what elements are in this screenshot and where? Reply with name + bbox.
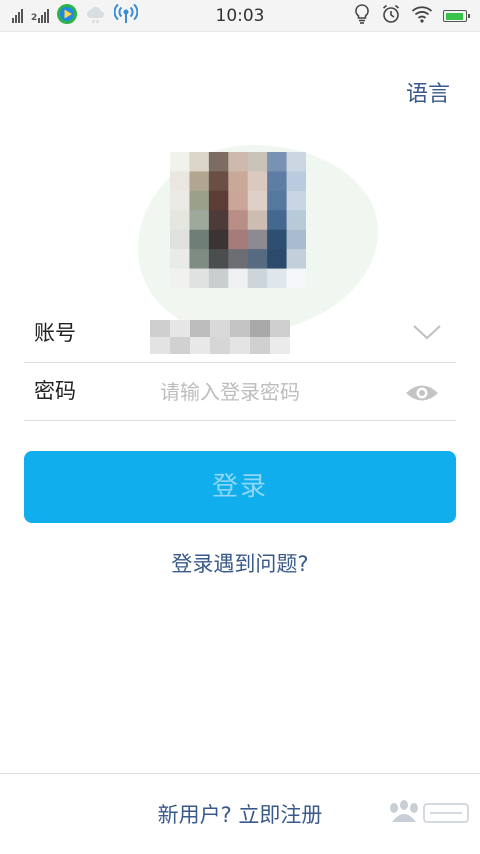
avatar-mosaic-cell: [247, 210, 268, 231]
account-mosaic-cell: [210, 320, 230, 337]
language-link[interactable]: 语言: [406, 80, 450, 110]
avatar-mosaic-cell: [170, 249, 190, 270]
password-label: 密码: [34, 379, 76, 403]
avatar-mosaic-cell: [228, 229, 249, 250]
wifi-icon: [411, 5, 433, 27]
watermark-logo: [378, 796, 474, 834]
password-input[interactable]: [160, 376, 380, 408]
avatar[interactable]: [170, 152, 306, 288]
avatar-mosaic-cell: [286, 152, 306, 172]
avatar-mosaic-cell: [170, 171, 190, 192]
eye-icon[interactable]: [404, 382, 440, 408]
account-mosaic-cell: [170, 320, 190, 337]
avatar-mosaic-cell: [267, 171, 288, 192]
battery-level: [445, 12, 464, 20]
avatar-mosaic-cell: [170, 152, 190, 172]
footer: 新用户? 立即注册: [0, 773, 480, 854]
account-mosaic-cell: [170, 337, 190, 354]
account-mosaic-cell: [250, 320, 270, 337]
password-row[interactable]: 密码: [24, 363, 456, 421]
account-mosaic-cell: [210, 337, 230, 354]
status-bar: 2 10:03: [0, 0, 480, 32]
avatar-mosaic-cell: [189, 171, 210, 192]
avatar-mosaic-cell: [208, 229, 229, 250]
avatar-mosaic-cell: [247, 171, 268, 192]
account-mosaic-cell: [190, 320, 210, 337]
login-button[interactable]: 登录: [24, 451, 456, 523]
avatar-mosaic-cell: [189, 152, 210, 172]
avatar-mosaic-cell: [170, 229, 190, 250]
avatar-mosaic-cell: [267, 190, 288, 211]
avatar-mosaic-cell: [189, 268, 210, 288]
avatar-mosaic-cell: [189, 229, 210, 250]
avatar-mosaic-cell: [208, 249, 229, 270]
avatar-mosaic-cell: [170, 268, 190, 288]
avatar-mosaic-cell: [286, 229, 306, 250]
avatar-mosaic-cell: [208, 268, 229, 288]
avatar-mosaic-cell: [267, 229, 288, 250]
avatar-mosaic-cell: [267, 249, 288, 270]
avatar-mosaic-cell: [228, 171, 249, 192]
avatar-mosaic-cell: [228, 268, 249, 288]
account-label: 账号: [34, 321, 76, 345]
avatar-mosaic-cell: [208, 171, 229, 192]
avatar-mosaic-cell: [286, 210, 306, 231]
status-right-icons: [353, 3, 470, 29]
avatar-mosaic-cell: [267, 268, 288, 288]
avatar-mosaic-cell: [189, 190, 210, 211]
avatar-mosaic-cell: [228, 190, 249, 211]
avatar-mosaic-cell: [247, 152, 268, 172]
avatar-mosaic-cell: [247, 190, 268, 211]
account-mosaic-cell: [230, 337, 250, 354]
avatar-mosaic-cell: [189, 249, 210, 270]
chevron-down-icon[interactable]: [412, 323, 442, 345]
account-mosaic-cell: [270, 320, 290, 337]
avatar-mosaic-cell: [228, 152, 249, 172]
account-mosaic-cell: [230, 320, 250, 337]
avatar-mosaic-cell: [208, 210, 229, 231]
lightbulb-icon: [353, 3, 371, 29]
account-value-obscured[interactable]: [150, 320, 290, 354]
account-row[interactable]: 账号: [24, 305, 456, 363]
account-mosaic-cell: [150, 320, 170, 337]
avatar-mosaic-cell: [170, 190, 190, 211]
avatar-mosaic-cell: [189, 210, 210, 231]
avatar-mosaic-cell: [170, 210, 190, 231]
avatar-mosaic-cell: [228, 210, 249, 231]
avatar-mosaic-cell: [208, 190, 229, 211]
avatar-mosaic-cell: [286, 249, 306, 270]
avatar-mosaic-cell: [286, 171, 306, 192]
avatar-mosaic-cell: [286, 268, 306, 288]
account-mosaic-cell: [250, 337, 270, 354]
account-mosaic-cell: [270, 337, 290, 354]
account-mosaic-cell: [190, 337, 210, 354]
avatar-mosaic-cell: [247, 249, 268, 270]
avatar-mosaic-cell: [247, 268, 268, 288]
battery-icon: [443, 10, 470, 22]
login-help-link[interactable]: 登录遇到问题?: [0, 549, 480, 579]
avatar-mosaic-cell: [267, 152, 288, 172]
avatar-mosaic-cell: [208, 152, 229, 172]
avatar-mosaic-cell: [228, 249, 249, 270]
account-mosaic-cell: [150, 337, 170, 354]
avatar-mosaic-cell: [247, 229, 268, 250]
avatar-mosaic-cell: [286, 190, 306, 211]
alarm-icon: [381, 3, 401, 29]
avatar-mosaic-cell: [267, 210, 288, 231]
